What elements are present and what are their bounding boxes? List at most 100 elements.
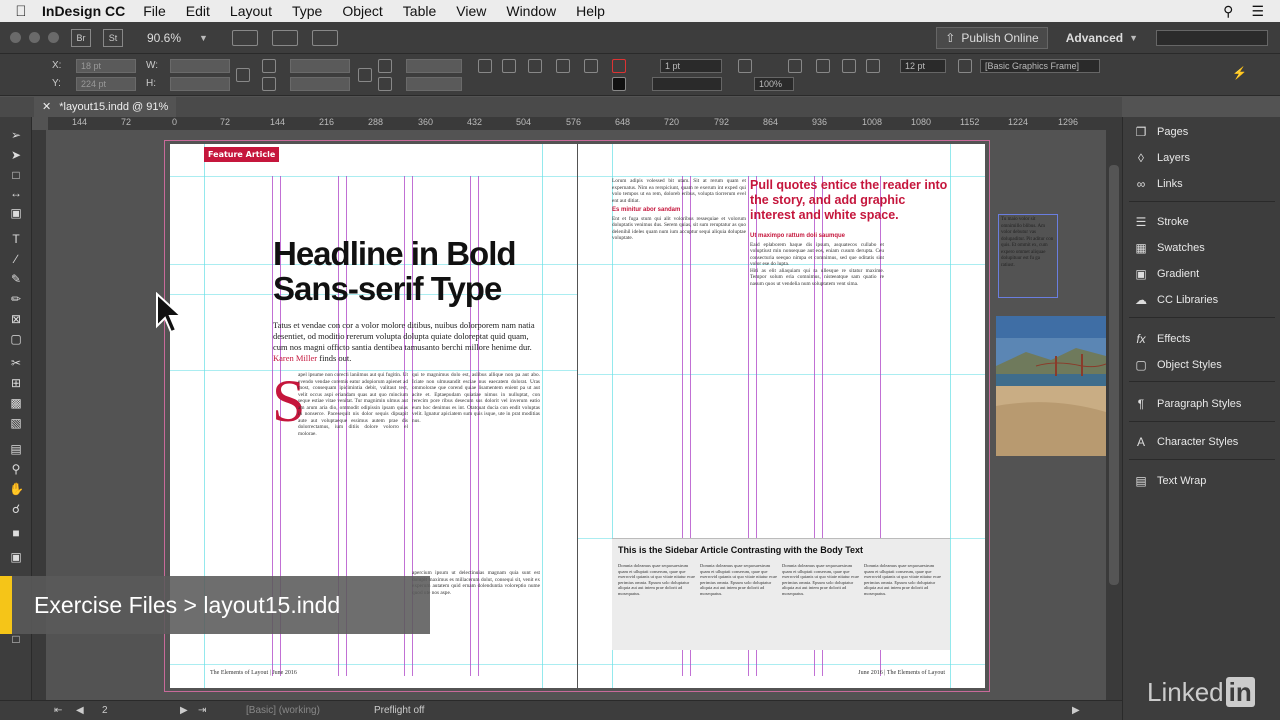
- menu-type[interactable]: Type: [292, 3, 322, 19]
- gradient-tool-icon[interactable]: ▩: [9, 397, 23, 410]
- prev-page-icon[interactable]: ◀: [76, 705, 84, 716]
- menu-layout[interactable]: Layout: [230, 3, 272, 19]
- menu-view[interactable]: View: [456, 3, 486, 19]
- object-style-select[interactable]: [Basic Graphics Frame]: [980, 59, 1100, 73]
- close-window-button[interactable]: [10, 32, 21, 43]
- shear-icon[interactable]: [378, 77, 392, 91]
- object-style-icon[interactable]: [958, 59, 972, 73]
- publish-online-button[interactable]: ⇧ Publish Online: [936, 26, 1048, 49]
- scale-y-icon[interactable]: [262, 77, 276, 91]
- workspace-switcher[interactable]: Advanced: [1066, 31, 1123, 45]
- line-tool-icon[interactable]: ∕: [9, 253, 23, 266]
- preflight-profile[interactable]: [Basic] (working): [246, 705, 320, 716]
- close-tab-icon[interactable]: ✕: [42, 97, 51, 117]
- app-name-menu[interactable]: InDesign CC: [42, 3, 125, 19]
- page-tool-icon[interactable]: □: [9, 169, 23, 182]
- screen-mode-icon[interactable]: [271, 29, 298, 46]
- screen-mode-tool-icon[interactable]: □: [9, 633, 23, 646]
- fx-icon[interactable]: [788, 59, 802, 73]
- width-field[interactable]: [170, 59, 230, 73]
- rectangle-tool-icon[interactable]: ▢: [9, 333, 23, 346]
- scale-y-field[interactable]: [290, 77, 350, 91]
- stroke-type-select[interactable]: [652, 77, 722, 91]
- scrollbar-thumb[interactable]: [1109, 165, 1119, 585]
- x-position-field[interactable]: 18 pt: [76, 59, 136, 73]
- scissors-tool-icon[interactable]: ✂: [9, 357, 23, 370]
- menu-file[interactable]: File: [143, 3, 166, 19]
- stock-icon[interactable]: St: [103, 28, 123, 47]
- body-column-2[interactable]: Ut maximpo rattum doli saumque Eaid epla…: [750, 230, 884, 536]
- vertical-scrollbar[interactable]: [1106, 117, 1122, 700]
- stroke-swatch-icon[interactable]: [612, 77, 626, 91]
- stroke-weight-field[interactable]: 1 pt: [660, 59, 722, 73]
- first-page-icon[interactable]: ⇤: [54, 705, 62, 716]
- panel-layers[interactable]: ◊ Layers: [1133, 149, 1190, 167]
- last-page-icon[interactable]: ⇥: [198, 705, 206, 716]
- help-search-input[interactable]: [1156, 29, 1268, 46]
- drop-shadow-icon[interactable]: [738, 59, 752, 73]
- rotate-icon[interactable]: [378, 59, 392, 73]
- gap-field[interactable]: 12 pt: [900, 59, 946, 73]
- chevron-down-icon[interactable]: ▼: [1129, 33, 1138, 43]
- panel-character-styles[interactable]: A Character Styles: [1133, 433, 1238, 451]
- scale-x-field[interactable]: [290, 59, 350, 73]
- content-collector-icon[interactable]: ▣: [9, 207, 23, 220]
- note-tool-icon[interactable]: ▤: [9, 443, 23, 456]
- select-container-icon[interactable]: [556, 59, 570, 73]
- arrange-documents-icon[interactable]: [311, 29, 338, 46]
- scroll-right-icon[interactable]: ▶: [1072, 705, 1080, 716]
- height-field[interactable]: [170, 77, 230, 91]
- link-scale-icon[interactable]: [358, 68, 372, 82]
- panel-gradient[interactable]: ▣ Gradient: [1133, 265, 1199, 283]
- zoom-window-button[interactable]: [48, 32, 59, 43]
- rectangle-frame-tool-icon[interactable]: ⊠: [9, 313, 23, 326]
- shear-field[interactable]: [406, 77, 462, 91]
- gradient-feather-tool-icon[interactable]: ▧: [9, 417, 23, 430]
- view-options-icon[interactable]: [231, 29, 258, 46]
- fitting-icon[interactable]: [816, 59, 830, 73]
- headline-frame[interactable]: Headline in Bold Sans-serif Type: [273, 236, 533, 306]
- panel-text-wrap[interactable]: ▤ Text Wrap: [1133, 472, 1206, 490]
- panel-effects[interactable]: fx Effects: [1133, 330, 1190, 348]
- right-page[interactable]: Lorum adipis volessed bit utam. Sit at r…: [578, 144, 985, 688]
- pencil-tool-icon[interactable]: ✏: [9, 293, 23, 306]
- sidebar-article[interactable]: This is the Sidebar Article Contrasting …: [612, 538, 950, 650]
- menu-object[interactable]: Object: [342, 3, 382, 19]
- feature-article-tag[interactable]: Feature Article: [204, 147, 280, 162]
- gap-tool-icon[interactable]: ↔: [9, 187, 23, 200]
- panel-pages[interactable]: ❐ Pages: [1133, 123, 1189, 141]
- zoom-tool-icon[interactable]: ☌: [9, 503, 23, 516]
- panel-object-styles[interactable]: ▢ Object Styles: [1133, 356, 1221, 374]
- panel-stroke[interactable]: ☰ Stroke: [1133, 213, 1189, 231]
- opacity-field[interactable]: 100%: [754, 77, 794, 91]
- direct-selection-tool-icon[interactable]: ➤: [9, 149, 23, 162]
- zoom-level-field[interactable]: 90.6%: [147, 31, 199, 45]
- scale-x-icon[interactable]: [262, 59, 276, 73]
- minimize-window-button[interactable]: [29, 32, 40, 43]
- rotate-ccw-icon[interactable]: [502, 59, 516, 73]
- y-position-field[interactable]: 224 pt: [76, 77, 136, 91]
- pen-tool-icon[interactable]: ✎: [9, 273, 23, 286]
- menu-table[interactable]: Table: [403, 3, 436, 19]
- next-page-icon[interactable]: ▶: [180, 705, 188, 716]
- fill-swatch-icon[interactable]: [612, 59, 626, 73]
- constrain-proportions-icon[interactable]: [236, 68, 250, 82]
- fit-frame-icon[interactable]: [842, 59, 856, 73]
- quick-apply-icon[interactable]: ⚡: [1232, 66, 1247, 80]
- menu-edit[interactable]: Edit: [186, 3, 210, 19]
- panel-cc-libraries[interactable]: ☁ CC Libraries: [1133, 291, 1218, 309]
- panel-paragraph-styles[interactable]: ¶ Paragraph Styles: [1133, 395, 1242, 413]
- deck-text-frame[interactable]: Tatus et vendae con cor a volor molore d…: [273, 320, 543, 364]
- pull-quote[interactable]: Pull quotes entice the reader into the s…: [750, 178, 950, 223]
- panel-swatches[interactable]: ▦ Swatches: [1133, 239, 1204, 257]
- selection-tool-icon[interactable]: ➢: [9, 129, 23, 142]
- pasteboard-text-frame[interactable]: Tu maio volor sit omnimillo blibus. Am v…: [998, 214, 1058, 298]
- apple-icon[interactable]: : [0, 3, 42, 20]
- type-tool-icon[interactable]: T: [9, 233, 23, 246]
- flip-icon[interactable]: [528, 59, 542, 73]
- body-column-1[interactable]: Lorum adipis volessed bit utam. Sit at r…: [612, 178, 746, 534]
- menu-window[interactable]: Window: [506, 3, 556, 19]
- hand-tool-icon[interactable]: ✋: [9, 483, 24, 496]
- rotate-cw-icon[interactable]: [478, 59, 492, 73]
- select-content-icon[interactable]: [584, 59, 598, 73]
